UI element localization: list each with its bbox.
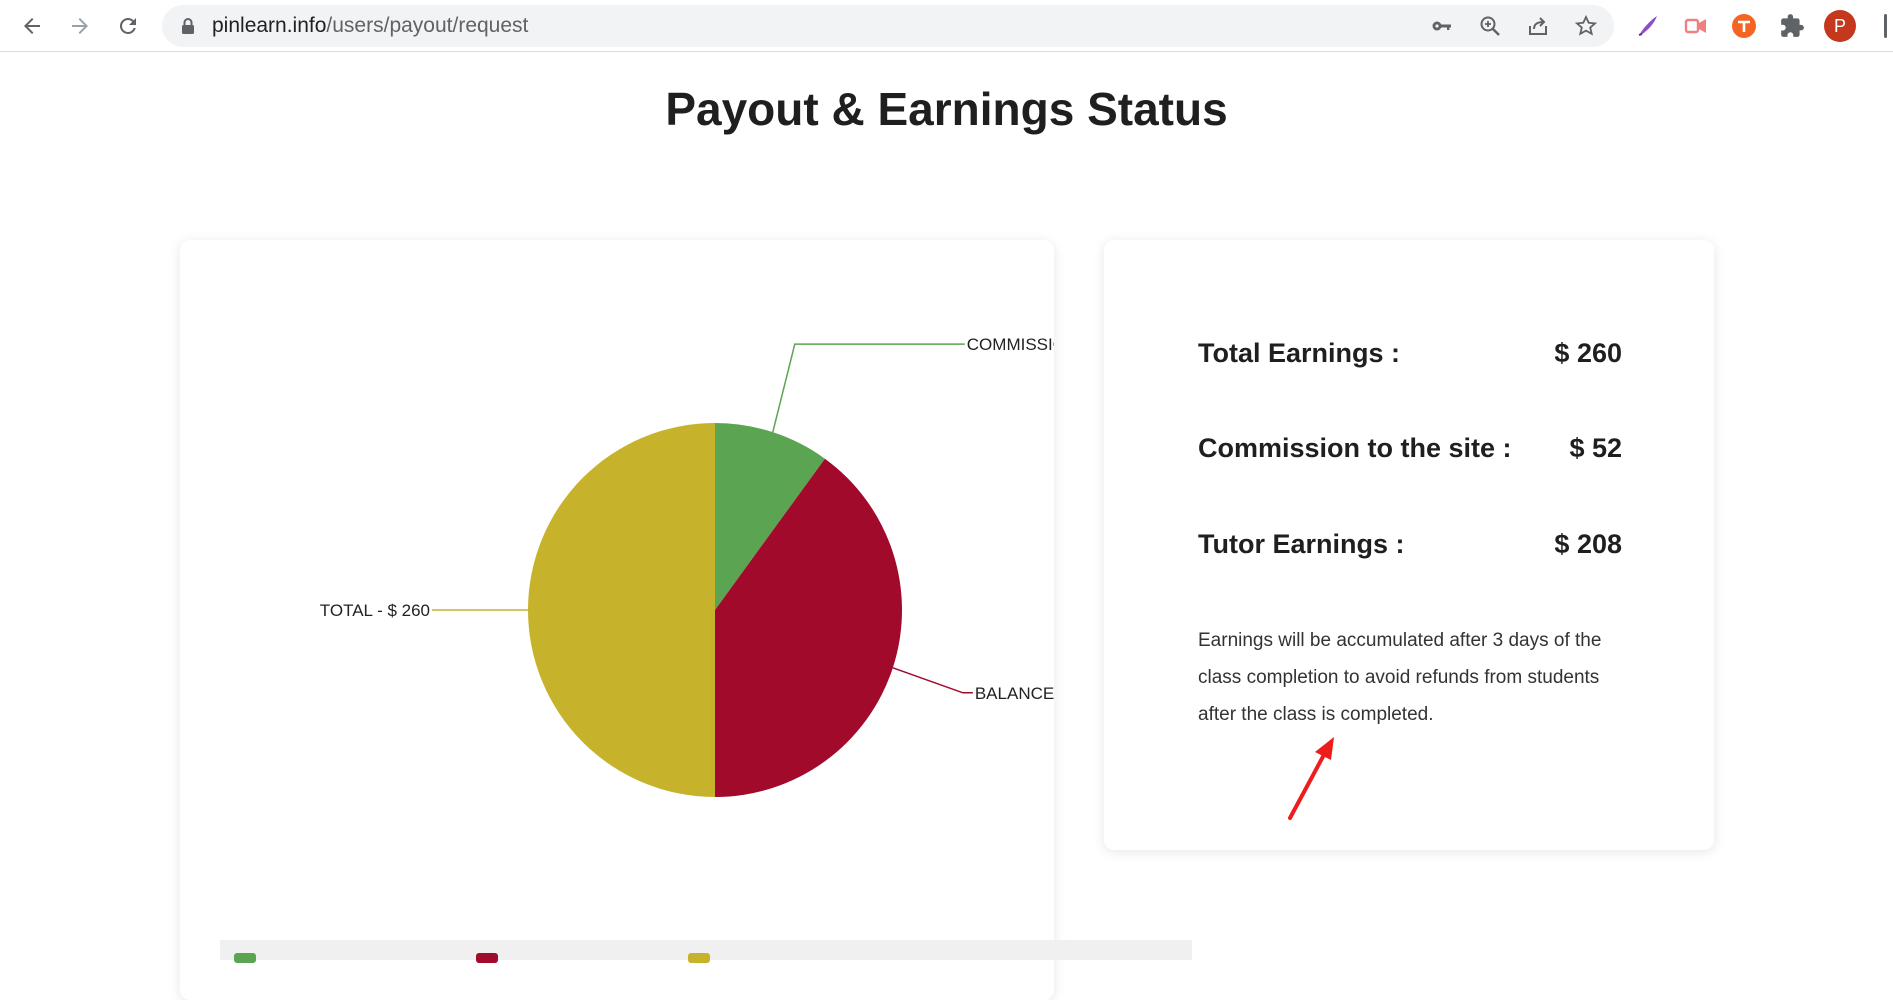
zoom-icon (1480, 16, 1500, 36)
chart-card: COMMISSIO BALANCE - $ TOTAL - $ 260 (180, 240, 1054, 1000)
pie-leader-line (772, 343, 965, 433)
extensions-button[interactable] (1778, 12, 1806, 40)
menu-dots-icon[interactable] (1884, 14, 1887, 38)
address-bar[interactable]: pinlearn.info/users/payout/request (162, 5, 1614, 47)
t-extension-button[interactable] (1730, 12, 1758, 40)
pie-label-total: TOTAL - $ 260 (320, 601, 430, 620)
back-button[interactable] (14, 8, 50, 44)
star-icon (1574, 14, 1598, 36)
commission-label: Commission to the site : (1198, 433, 1512, 463)
url-host: pinlearn.info (212, 14, 327, 37)
video-extension-icon (1684, 18, 1706, 34)
puzzle-extensions-icon (1781, 14, 1804, 37)
earnings-summary-card: Total Earnings : $ 260 Commission to the… (1104, 240, 1714, 850)
tutor-earnings-value: $ 208 (1554, 529, 1622, 559)
commission-row: Commission to the site : $ 52 (1198, 433, 1622, 464)
pie-chart: COMMISSIO BALANCE - $ TOTAL - $ 260 (320, 335, 1054, 797)
zoom-button[interactable] (1478, 14, 1502, 38)
reload-button[interactable] (110, 8, 146, 44)
forward-icon (72, 18, 88, 34)
pie-slice-total[interactable] (528, 423, 715, 797)
total-earnings-value: $ 260 (1554, 338, 1622, 368)
key-icon (1432, 21, 1451, 31)
pie-label-balance: BALANCE - $ (975, 684, 1054, 703)
bookmark-button[interactable] (1574, 14, 1598, 38)
pie-leader-line (892, 667, 973, 694)
share-button[interactable] (1526, 14, 1550, 38)
password-key-button[interactable] (1430, 14, 1454, 38)
url-path: /users/payout/request (326, 14, 529, 37)
url-text: pinlearn.info/users/payout/request (212, 5, 528, 47)
forward-button[interactable] (62, 8, 98, 44)
total-earnings-label: Total Earnings : (1198, 338, 1401, 368)
total-earnings-row: Total Earnings : $ 260 (1198, 338, 1622, 369)
back-icon (24, 18, 40, 34)
reload-icon (119, 17, 136, 34)
tutor-earnings-label: Tutor Earnings : (1198, 529, 1405, 559)
commission-value: $ 52 (1569, 433, 1622, 463)
lock-icon (182, 18, 194, 34)
share-icon (1529, 17, 1547, 35)
earnings-note: Earnings will be accumulated after 3 day… (1198, 630, 1602, 725)
profile-avatar[interactable]: P (1824, 10, 1856, 42)
t-extension-icon (1732, 14, 1756, 38)
tutor-earnings-row: Tutor Earnings : $ 208 (1198, 529, 1622, 560)
pen-extension-button[interactable] (1634, 12, 1662, 40)
chart-legend (220, 940, 1192, 963)
annotation-arrow (1288, 737, 1334, 820)
video-extension-button[interactable] (1682, 12, 1710, 40)
browser-toolbar: pinlearn.info/users/payout/request P (0, 0, 1893, 52)
pie-label-commission: COMMISSIO (967, 335, 1054, 354)
page-title: Payout & Earnings Status (665, 83, 1228, 135)
pen-extension-icon (1638, 16, 1657, 36)
